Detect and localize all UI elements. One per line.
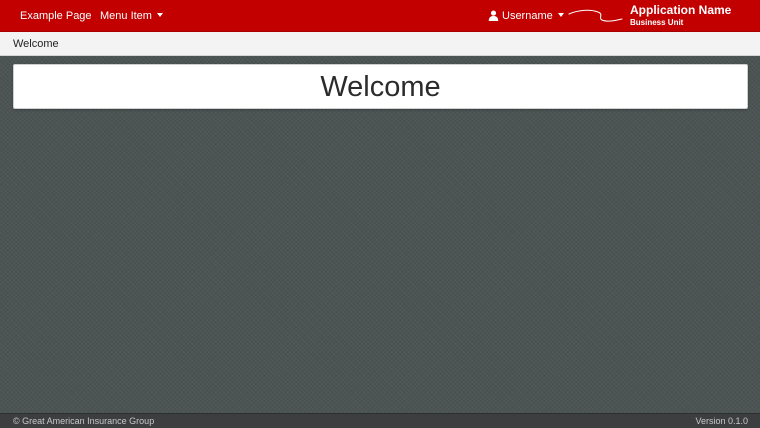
business-unit: Business Unit — [630, 18, 684, 27]
caret-down-icon — [156, 13, 163, 18]
logo-swoosh-icon — [568, 9, 623, 22]
user-menu-dropdown[interactable]: Username — [488, 0, 564, 32]
page-subheader: Welcome — [0, 32, 760, 56]
nav-item-example-page[interactable]: Example Page — [20, 0, 92, 32]
username-label: Username — [502, 10, 553, 22]
page-title: Welcome — [13, 38, 59, 50]
page-footer: © Great American Insurance Group Version… — [0, 413, 760, 428]
nav-item-label: Example Page — [20, 10, 92, 22]
footer-copyright: © Great American Insurance Group — [13, 416, 155, 426]
nav-item-label: Menu Item — [100, 10, 152, 22]
welcome-heading: Welcome — [320, 71, 441, 103]
nav-item-menu-dropdown[interactable]: Menu Item — [100, 0, 163, 32]
footer-version: Version 0.1.0 — [695, 416, 748, 426]
brand-logo[interactable]: Application Name Business Unit — [630, 3, 731, 28]
app-name: Application Name — [630, 3, 732, 17]
top-navbar: Example Page Menu Item Username Applicat… — [0, 0, 760, 32]
caret-down-icon — [557, 13, 564, 18]
welcome-panel: Welcome — [13, 64, 748, 109]
user-icon — [488, 10, 499, 21]
